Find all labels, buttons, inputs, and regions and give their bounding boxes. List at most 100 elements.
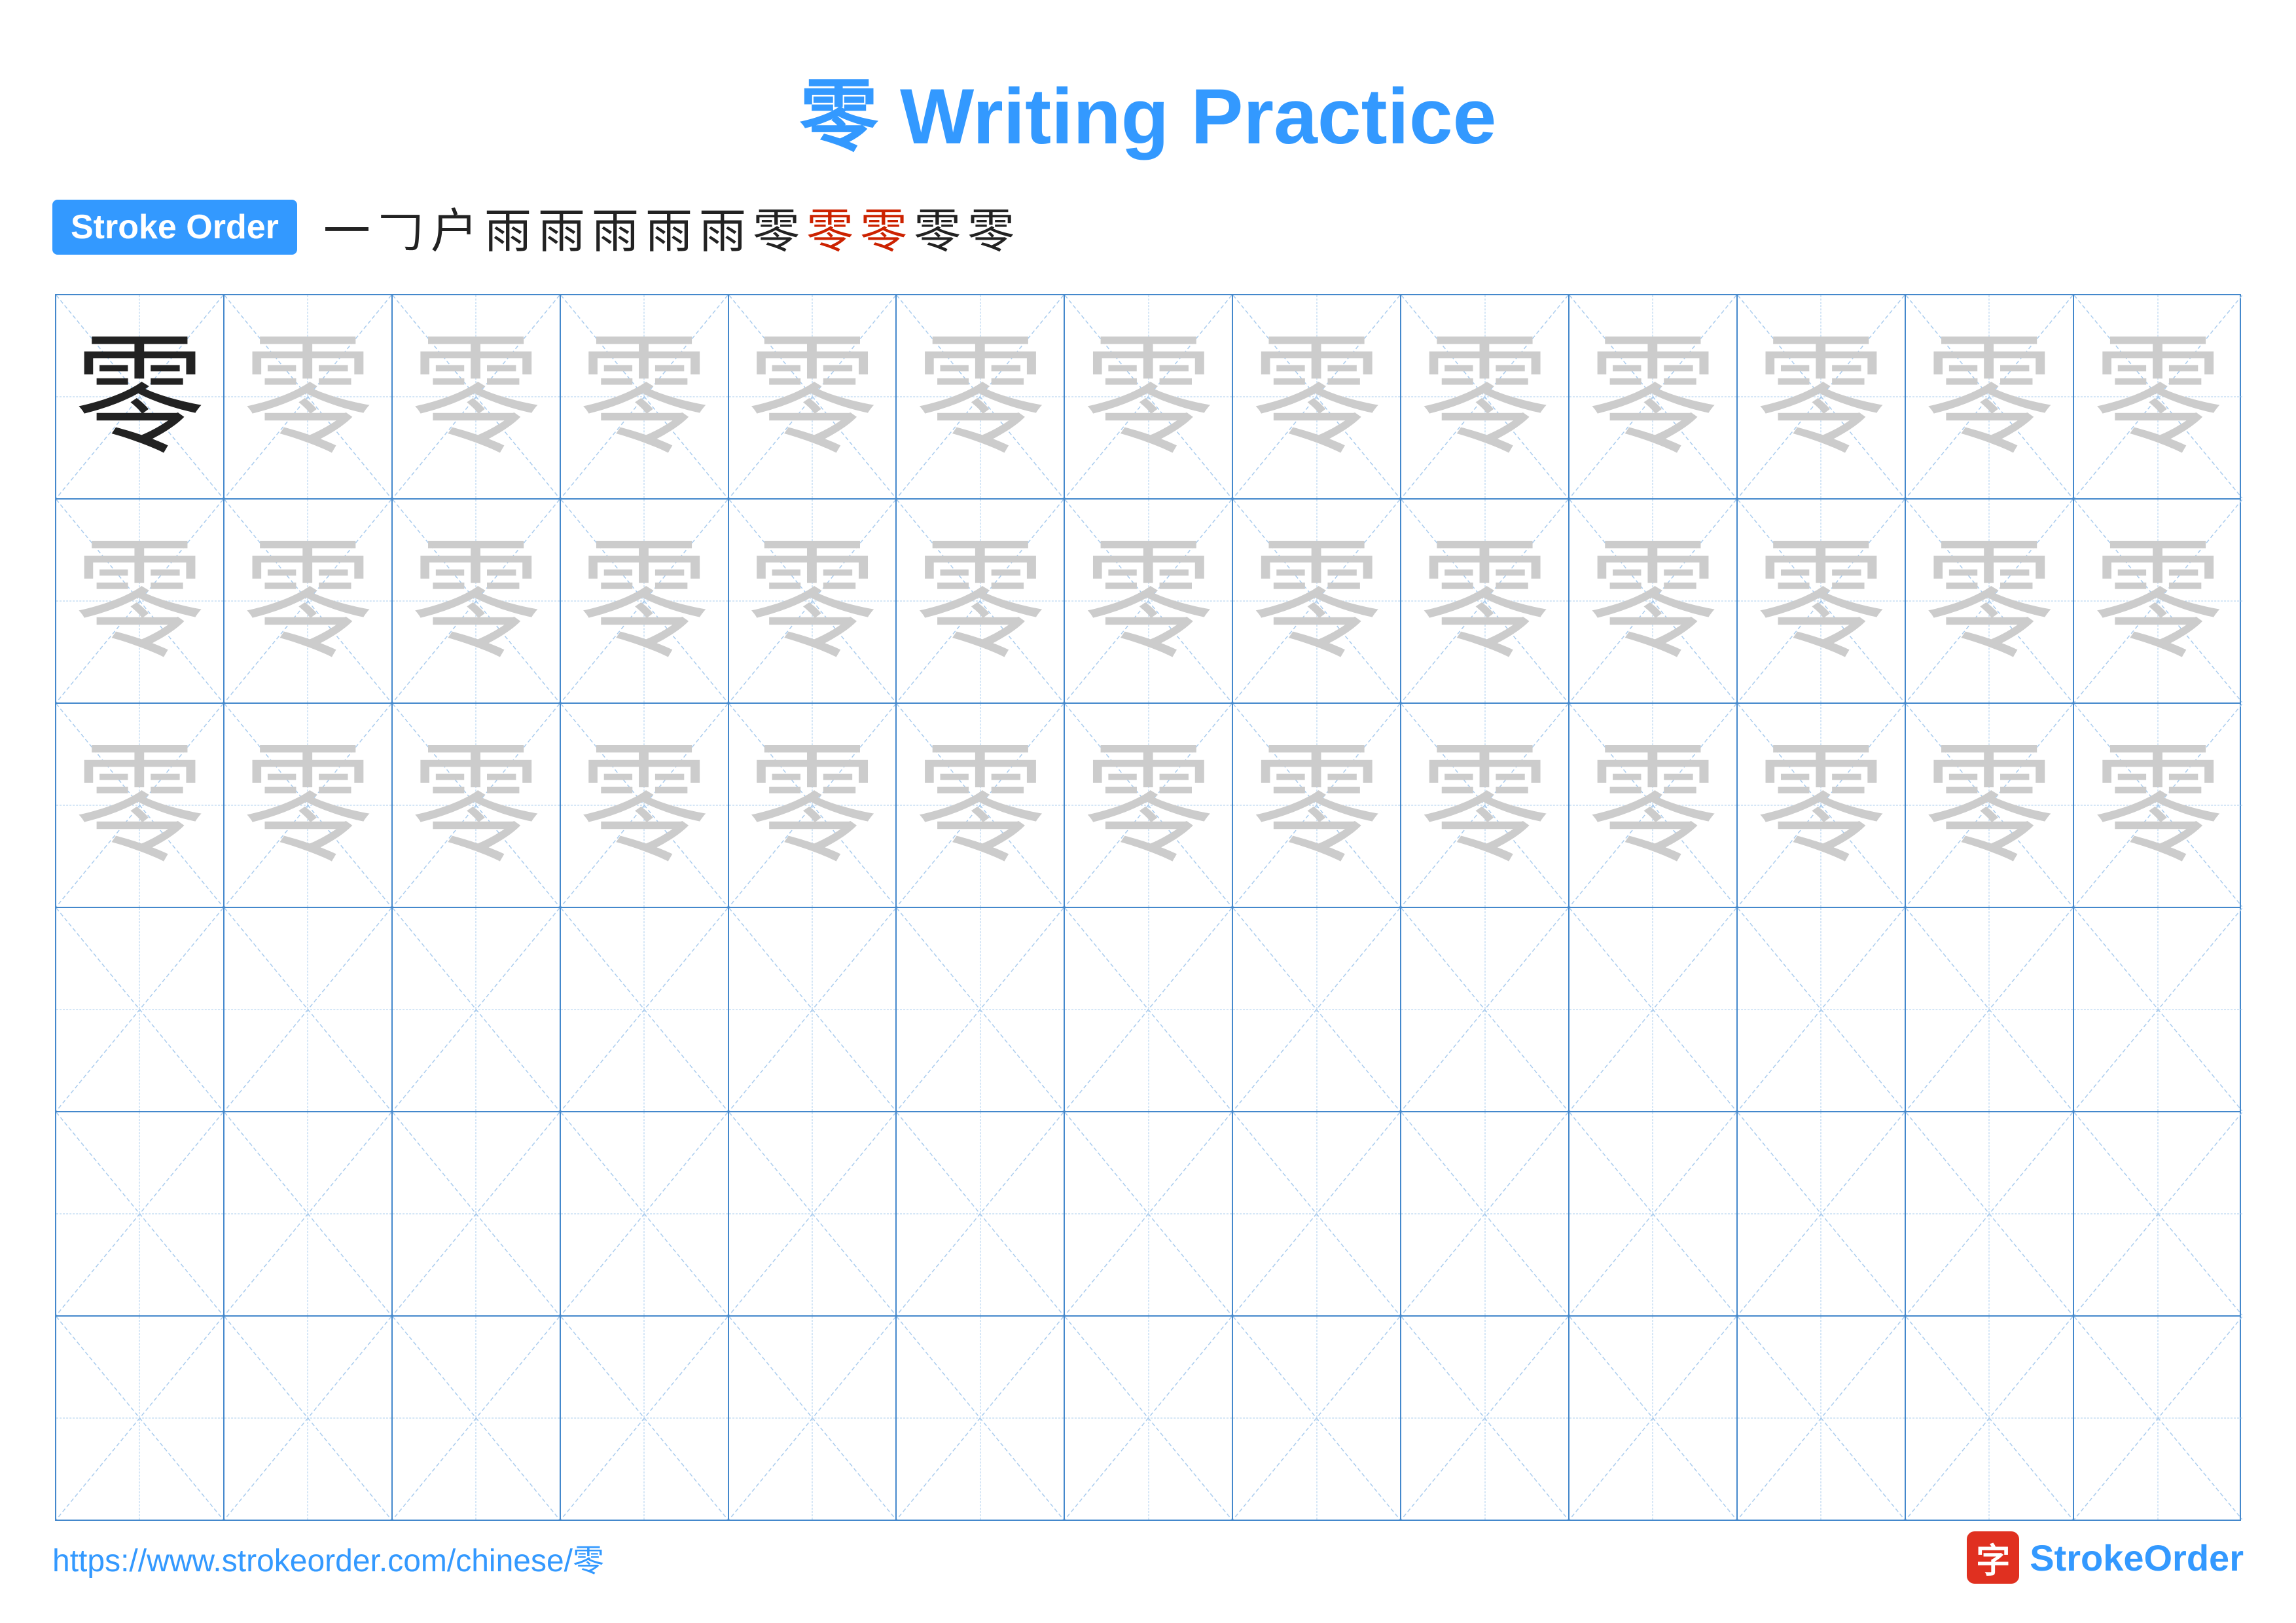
grid-cell-4-6[interactable] xyxy=(897,908,1065,1111)
grid-cell-2-3[interactable]: 零 xyxy=(393,500,561,702)
grid-cell-3-6[interactable]: 零 xyxy=(897,704,1065,907)
grid-cell-4-10[interactable] xyxy=(1570,908,1738,1111)
grid-cell-5-3[interactable] xyxy=(393,1112,561,1315)
grid-cell-6-4[interactable] xyxy=(561,1317,729,1520)
grid-cell-1-7[interactable]: 零 xyxy=(1065,295,1233,498)
grid-cell-5-1[interactable] xyxy=(56,1112,224,1315)
grid-cell-4-5[interactable] xyxy=(729,908,897,1111)
grid-cell-1-11[interactable]: 零 xyxy=(1738,295,1906,498)
grid-cell-6-1[interactable] xyxy=(56,1317,224,1520)
grid-cell-3-9[interactable]: 零 xyxy=(1401,704,1570,907)
practice-char: 零 xyxy=(2092,331,2223,462)
grid-cell-5-8[interactable] xyxy=(1233,1112,1401,1315)
grid-cell-6-13[interactable] xyxy=(2074,1317,2242,1520)
grid-cell-2-5[interactable]: 零 xyxy=(729,500,897,702)
grid-cell-2-10[interactable]: 零 xyxy=(1570,500,1738,702)
grid-cell-1-9[interactable]: 零 xyxy=(1401,295,1570,498)
grid-cell-4-12[interactable] xyxy=(1906,908,2074,1111)
grid-cell-1-2[interactable]: 零 xyxy=(224,295,393,498)
grid-cell-3-8[interactable]: 零 xyxy=(1233,704,1401,907)
grid-cell-3-7[interactable]: 零 xyxy=(1065,704,1233,907)
stroke-2: 𠃌 xyxy=(377,192,424,261)
grid-cell-2-6[interactable]: 零 xyxy=(897,500,1065,702)
stroke-order-row: Stroke Order 一 𠃌 户 雨 雨 雨 雨 雨 零 零 零 零 零 xyxy=(52,192,2244,261)
practice-char: 零 xyxy=(410,536,541,666)
grid-cell-5-11[interactable] xyxy=(1738,1112,1906,1315)
grid-cell-2-12[interactable]: 零 xyxy=(1906,500,2074,702)
footer-logo: 字 StrokeOrder xyxy=(1967,1531,2244,1584)
grid-cell-6-11[interactable] xyxy=(1738,1317,1906,1520)
grid-row-5 xyxy=(56,1112,2240,1317)
grid-cell-6-5[interactable] xyxy=(729,1317,897,1520)
grid-cell-6-12[interactable] xyxy=(1906,1317,2074,1520)
grid-cell-2-9[interactable]: 零 xyxy=(1401,500,1570,702)
grid-cell-6-6[interactable] xyxy=(897,1317,1065,1520)
grid-cell-6-2[interactable] xyxy=(224,1317,393,1520)
stroke-12: 零 xyxy=(914,192,961,261)
grid-cell-6-9[interactable] xyxy=(1401,1317,1570,1520)
grid-cell-1-5[interactable]: 零 xyxy=(729,295,897,498)
grid-cell-2-11[interactable]: 零 xyxy=(1738,500,1906,702)
grid-cell-1-3[interactable]: 零 xyxy=(393,295,561,498)
practice-char: 零 xyxy=(242,740,373,871)
grid-cell-5-5[interactable] xyxy=(729,1112,897,1315)
grid-cell-6-8[interactable] xyxy=(1233,1317,1401,1520)
grid-cell-3-3[interactable]: 零 xyxy=(393,704,561,907)
grid-cell-3-13[interactable]: 零 xyxy=(2074,704,2242,907)
grid-cell-1-6[interactable]: 零 xyxy=(897,295,1065,498)
footer: https://www.strokeorder.com/chinese/零 字 … xyxy=(52,1531,2244,1584)
grid-cell-1-4[interactable]: 零 xyxy=(561,295,729,498)
practice-char: 零 xyxy=(579,740,709,871)
grid-cell-4-4[interactable] xyxy=(561,908,729,1111)
grid-cell-2-13[interactable]: 零 xyxy=(2074,500,2242,702)
grid-cell-5-9[interactable] xyxy=(1401,1112,1570,1315)
grid-cell-6-7[interactable] xyxy=(1065,1317,1233,1520)
grid-cell-3-1[interactable]: 零 xyxy=(56,704,224,907)
grid-row-6 xyxy=(56,1317,2240,1520)
grid-cell-6-3[interactable] xyxy=(393,1317,561,1520)
stroke-9: 零 xyxy=(753,192,800,261)
grid-row-3: 零 零 零 零 零 零 零 xyxy=(56,704,2240,908)
grid-cell-5-7[interactable] xyxy=(1065,1112,1233,1315)
grid-cell-4-3[interactable] xyxy=(393,908,561,1111)
grid-cell-1-10[interactable]: 零 xyxy=(1570,295,1738,498)
grid-cell-4-2[interactable] xyxy=(224,908,393,1111)
grid-cell-1-13[interactable]: 零 xyxy=(2074,295,2242,498)
grid-cell-4-8[interactable] xyxy=(1233,908,1401,1111)
practice-char: 零 xyxy=(915,331,1046,462)
grid-cell-3-10[interactable]: 零 xyxy=(1570,704,1738,907)
grid-cell-4-7[interactable] xyxy=(1065,908,1233,1111)
grid-cell-5-2[interactable] xyxy=(224,1112,393,1315)
grid-cell-4-9[interactable] xyxy=(1401,908,1570,1111)
grid-cell-5-4[interactable] xyxy=(561,1112,729,1315)
grid-cell-2-1[interactable]: 零 xyxy=(56,500,224,702)
footer-url[interactable]: https://www.strokeorder.com/chinese/零 xyxy=(52,1535,604,1580)
grid-cell-1-1[interactable]: 零 xyxy=(56,295,224,498)
grid-cell-6-10[interactable] xyxy=(1570,1317,1738,1520)
practice-char: 零 xyxy=(1420,331,1551,462)
grid-cell-1-8[interactable]: 零 xyxy=(1233,295,1401,498)
grid-cell-2-4[interactable]: 零 xyxy=(561,500,729,702)
grid-cell-2-7[interactable]: 零 xyxy=(1065,500,1233,702)
grid-cell-1-12[interactable]: 零 xyxy=(1906,295,2074,498)
grid-cell-3-4[interactable]: 零 xyxy=(561,704,729,907)
grid-cell-5-13[interactable] xyxy=(2074,1112,2242,1315)
grid-cell-3-12[interactable]: 零 xyxy=(1906,704,2074,907)
grid-cell-2-2[interactable]: 零 xyxy=(224,500,393,702)
grid-cell-3-5[interactable]: 零 xyxy=(729,704,897,907)
practice-char: 零 xyxy=(1251,740,1382,871)
practice-char: 零 xyxy=(1587,331,1718,462)
grid-cell-5-12[interactable] xyxy=(1906,1112,2074,1315)
practice-char: 零 xyxy=(2092,740,2223,871)
grid-cell-4-13[interactable] xyxy=(2074,908,2242,1111)
grid-cell-5-10[interactable] xyxy=(1570,1112,1738,1315)
grid-cell-5-6[interactable] xyxy=(897,1112,1065,1315)
stroke-7: 雨 xyxy=(645,192,692,261)
practice-char: 零 xyxy=(242,536,373,666)
grid-cell-2-8[interactable]: 零 xyxy=(1233,500,1401,702)
grid-cell-3-11[interactable]: 零 xyxy=(1738,704,1906,907)
grid-cell-3-2[interactable]: 零 xyxy=(224,704,393,907)
title-text: Writing Practice xyxy=(878,73,1497,160)
grid-cell-4-1[interactable] xyxy=(56,908,224,1111)
grid-cell-4-11[interactable] xyxy=(1738,908,1906,1111)
